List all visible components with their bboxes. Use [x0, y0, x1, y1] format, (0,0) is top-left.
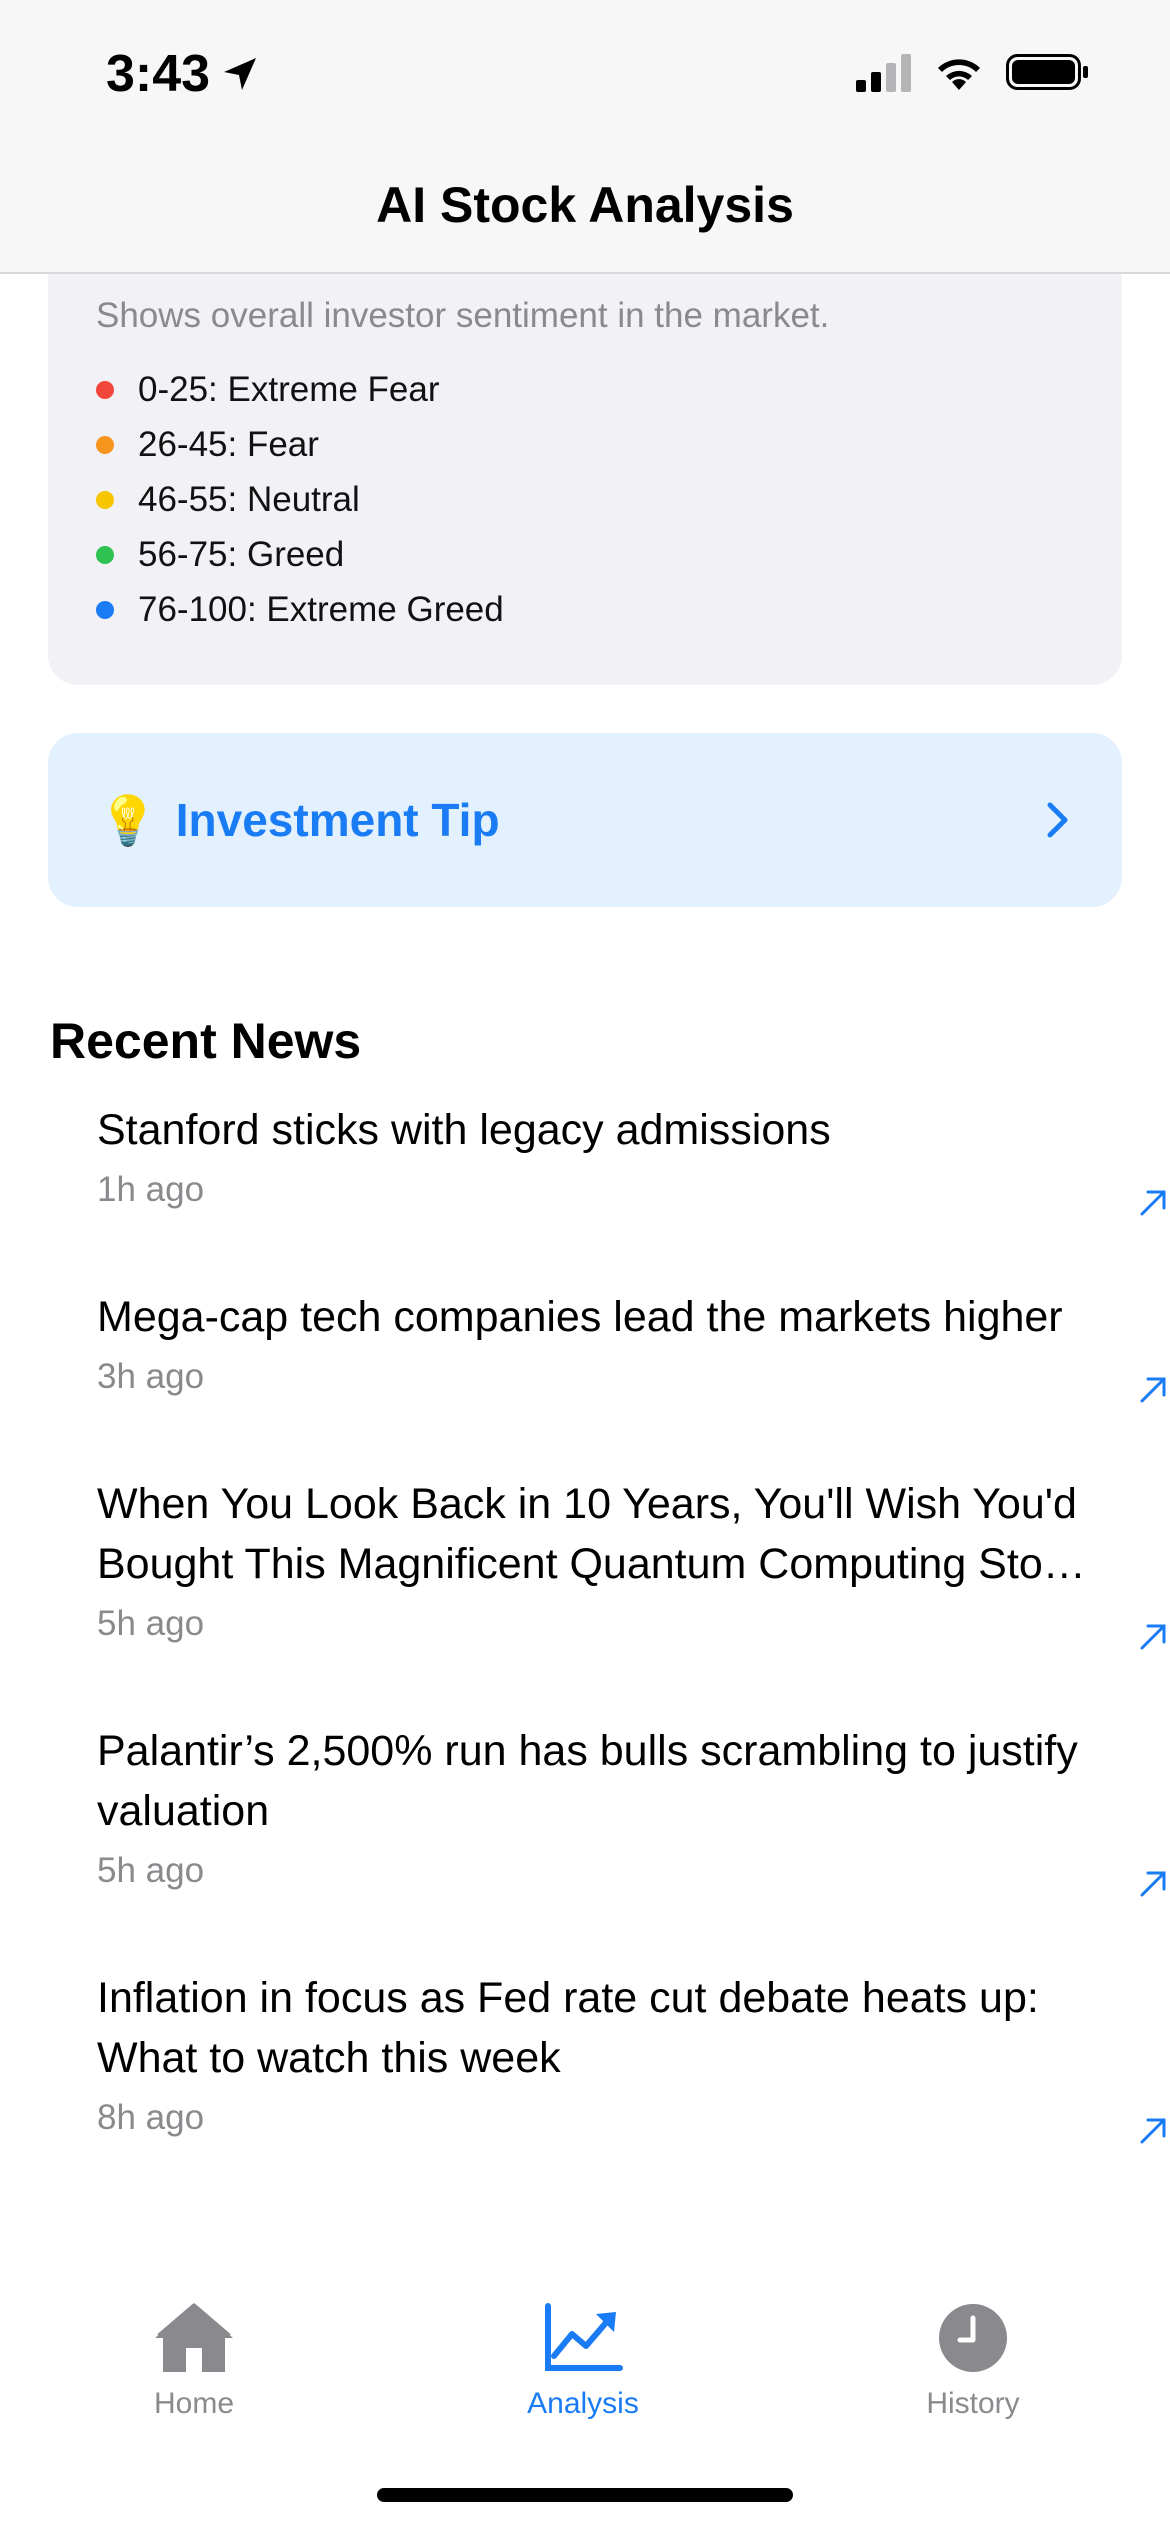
news-time: 5h ago — [97, 1851, 205, 1890]
legend-item-extreme-fear: 0-25: Extreme Fear — [96, 362, 1074, 417]
external-link-arrow-icon[interactable] — [1136, 1373, 1170, 1407]
news-title: When You Look Back in 10 Years, You'll W… — [97, 1480, 1086, 1588]
legend-item-fear: 26-45: Fear — [96, 417, 1074, 472]
news-title: Inflation in focus as Fed rate cut debat… — [97, 1974, 1039, 2082]
app-screen: 3:43 AI Stock Analysis Shows overall inv… — [0, 0, 1170, 2532]
page-title: AI Stock Analysis — [376, 177, 794, 233]
legend-item-label: 56-75: Greed — [138, 534, 345, 574]
external-link-arrow-icon[interactable] — [1136, 2114, 1170, 2148]
legend-item-label: 0-25: Extreme Fear — [138, 369, 440, 409]
wifi-icon — [938, 59, 980, 90]
fear-dot-icon — [96, 435, 114, 454]
status-icons — [856, 52, 1090, 92]
chart-line-up-icon — [545, 2303, 623, 2371]
legend-item-extreme-greed: 76-100: Extreme Greed — [96, 582, 1074, 637]
external-link-arrow-icon[interactable] — [1136, 1867, 1170, 1901]
news-item[interactable]: Inflation in focus as Fed rate cut debat… — [0, 1968, 1170, 2215]
news-item[interactable]: Stanford sticks with legacy admissions 1… — [0, 1100, 1170, 1287]
status-time-text: 3:43 — [106, 45, 211, 103]
legend-item-greed: 56-75: Greed — [96, 527, 1074, 582]
extreme-fear-dot-icon — [96, 380, 114, 399]
news-title: Stanford sticks with legacy admissions — [97, 1106, 831, 1154]
battery-icon — [1006, 54, 1088, 90]
tab-history[interactable]: History — [853, 2300, 1093, 2421]
status-time: 3:43 — [106, 44, 260, 104]
external-link-arrow-icon[interactable] — [1136, 1620, 1170, 1654]
tab-analysis-label: Analysis — [527, 2387, 639, 2420]
news-time: 1h ago — [97, 1170, 205, 1209]
recent-news-heading: Recent News — [50, 1013, 362, 1069]
news-item[interactable]: Mega-cap tech companies lead the markets… — [0, 1287, 1170, 1474]
lightbulb-icon: 💡 — [98, 794, 158, 848]
home-indicator[interactable] — [377, 2488, 793, 2502]
news-title: Palantir’s 2,500% run has bulls scrambli… — [97, 1727, 1078, 1835]
legend-item-label: 76-100: Extreme Greed — [138, 589, 504, 629]
legend-item-label: 46-55: Neutral — [138, 479, 360, 519]
news-time: 3h ago — [97, 1357, 205, 1396]
tab-home[interactable]: Home — [74, 2300, 314, 2421]
legend-item-label: 26-45: Fear — [138, 424, 319, 464]
clock-icon — [939, 2304, 1007, 2372]
news-time: 8h ago — [97, 2098, 205, 2137]
news-time: 5h ago — [97, 1604, 205, 1643]
news-item[interactable]: Palantir’s 2,500% run has bulls scrambli… — [0, 1721, 1170, 1968]
tab-home-label: Home — [153, 2387, 235, 2420]
tab-analysis[interactable]: Analysis — [463, 2300, 703, 2421]
news-list: Stanford sticks with legacy admissions 1… — [0, 1100, 1170, 2215]
investment-tip-button[interactable]: 💡 Investment Tip — [48, 733, 1122, 907]
legend-description: Shows overall investor sentiment in the … — [96, 296, 830, 335]
investment-tip-label: Investment Tip — [175, 794, 500, 846]
tab-history-label: History — [926, 2387, 1020, 2420]
legend-item-neutral: 46-55: Neutral — [96, 472, 1074, 527]
extreme-greed-dot-icon — [96, 600, 114, 619]
sentiment-legend-card: Shows overall investor sentiment in the … — [48, 240, 1122, 685]
cellular-signal-icon — [856, 54, 911, 92]
house-icon — [155, 2303, 233, 2372]
news-title: Mega-cap tech companies lead the markets… — [97, 1293, 1063, 1341]
external-link-arrow-icon[interactable] — [1136, 1186, 1170, 1220]
navigation-header: 3:43 AI Stock Analysis — [0, 0, 1170, 274]
chevron-right-icon — [1047, 802, 1068, 838]
greed-dot-icon — [96, 545, 114, 564]
neutral-dot-icon — [96, 490, 114, 509]
news-item[interactable]: When You Look Back in 10 Years, You'll W… — [0, 1474, 1170, 1721]
location-arrow-icon — [224, 58, 257, 90]
